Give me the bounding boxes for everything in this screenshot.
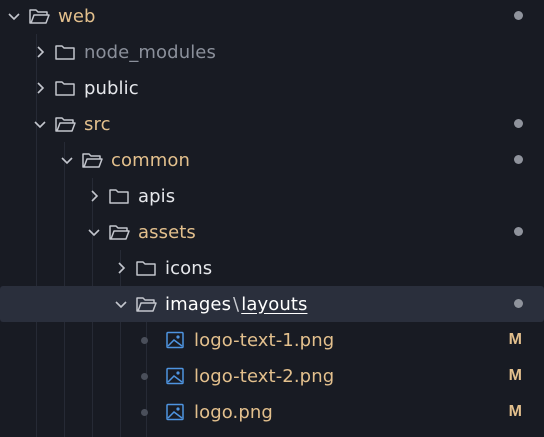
chevron-down-icon[interactable] [6, 8, 22, 24]
chevron-right-icon[interactable] [32, 44, 48, 60]
chevron-down-icon[interactable] [86, 224, 102, 240]
folder-label: icons [165, 257, 213, 279]
tree-row-images-layouts[interactable]: images \ layouts [0, 286, 544, 322]
image-file-icon [164, 367, 186, 385]
tree-row-apis[interactable]: apis [0, 178, 544, 214]
folder-label: public [84, 77, 139, 99]
file-bullet [141, 372, 148, 380]
modified-indicator [514, 155, 523, 164]
folder-label: common [111, 149, 190, 171]
folder-label: src [84, 113, 111, 135]
folder-open-icon [81, 151, 103, 169]
path-separator: \ [233, 293, 240, 315]
tree-row-logo-text-2[interactable]: logo-text-2.png M [0, 358, 544, 394]
chevron-right-icon[interactable] [32, 80, 48, 96]
folder-open-icon [28, 7, 50, 25]
file-bullet [141, 336, 148, 344]
image-file-icon [164, 403, 186, 421]
compact-folder-label: images \ layouts [165, 294, 307, 315]
tree-row-assets[interactable]: assets [0, 214, 544, 250]
chevron-down-icon[interactable] [32, 116, 48, 132]
chevron-down-icon[interactable] [113, 296, 129, 312]
folder-icon [54, 43, 76, 61]
file-label: logo.png [194, 401, 273, 423]
folder-open-icon [108, 223, 130, 241]
folder-label: assets [138, 221, 196, 243]
tree-row-common[interactable]: common [0, 142, 544, 178]
tree-row-public[interactable]: public [0, 70, 544, 106]
tree-row-web[interactable]: web [0, 0, 544, 34]
compact-folder-segment-images[interactable]: images [165, 294, 231, 315]
git-status-badge: M [508, 367, 522, 384]
tree-row-logo[interactable]: logo.png M [0, 394, 544, 430]
file-label: logo-text-2.png [194, 365, 335, 387]
chevron-right-icon[interactable] [86, 188, 102, 204]
folder-label: node_modules [84, 41, 216, 63]
tree-row-src[interactable]: src [0, 106, 544, 142]
git-status-badge: M [508, 403, 522, 420]
modified-indicator [514, 227, 523, 236]
tree-row-logo-text-1[interactable]: logo-text-1.png M [0, 322, 544, 358]
folder-icon [108, 187, 130, 205]
folder-label: apis [138, 185, 176, 207]
image-file-icon [164, 331, 186, 349]
file-label: logo-text-1.png [194, 329, 335, 351]
modified-indicator [514, 299, 523, 308]
folder-open-icon [54, 115, 76, 133]
folder-label: web [58, 5, 96, 27]
tree-row-node-modules[interactable]: node_modules [0, 34, 544, 70]
chevron-right-icon[interactable] [113, 260, 129, 276]
modified-indicator [514, 11, 523, 20]
file-explorer-tree: web node_modules public src common apis … [0, 0, 544, 437]
chevron-down-icon[interactable] [59, 152, 75, 168]
file-bullet [141, 408, 148, 416]
git-status-badge: M [508, 331, 522, 348]
folder-icon [135, 259, 157, 277]
compact-folder-segment-layouts[interactable]: layouts [241, 294, 307, 315]
modified-indicator [514, 119, 523, 128]
folder-icon [54, 79, 76, 97]
folder-open-icon [135, 295, 157, 313]
tree-row-icons[interactable]: icons [0, 250, 544, 286]
